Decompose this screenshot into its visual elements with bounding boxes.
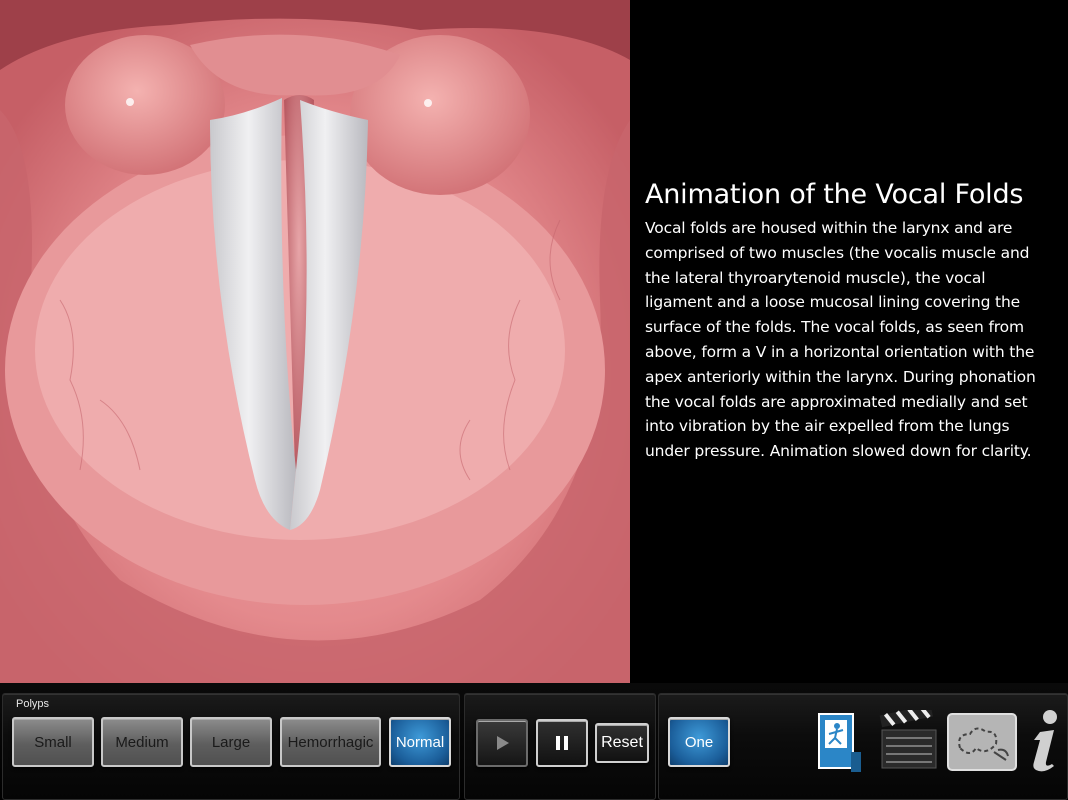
reset-button[interactable]: Reset	[595, 723, 649, 763]
medium-button[interactable]: Medium	[101, 717, 183, 767]
info-icon[interactable]	[1026, 708, 1062, 778]
vocal-folds-illustration	[0, 0, 630, 683]
play-icon	[497, 736, 509, 750]
polyps-group-label: Polyps	[16, 698, 50, 710]
page-title: Animation of the Vocal Folds	[645, 179, 1024, 210]
view-one-button[interactable]: One	[668, 717, 730, 767]
clapperboard-icon[interactable]	[878, 704, 938, 776]
running-figure-icon[interactable]	[815, 712, 865, 778]
large-button[interactable]: Large	[190, 717, 272, 767]
play-button[interactable]	[476, 719, 528, 767]
sketch-icon[interactable]	[946, 712, 1018, 776]
small-button[interactable]: Small	[12, 717, 94, 767]
description-panel: Animation of the Vocal Folds Vocal folds…	[645, 178, 1050, 464]
pause-icon	[556, 736, 568, 750]
normal-button[interactable]: Normal	[389, 717, 451, 767]
hemorrhagic-button[interactable]: Hemorrhagic	[280, 717, 381, 767]
pause-button[interactable]	[536, 719, 588, 767]
description-text: Vocal folds are housed within the larynx…	[645, 219, 1036, 461]
